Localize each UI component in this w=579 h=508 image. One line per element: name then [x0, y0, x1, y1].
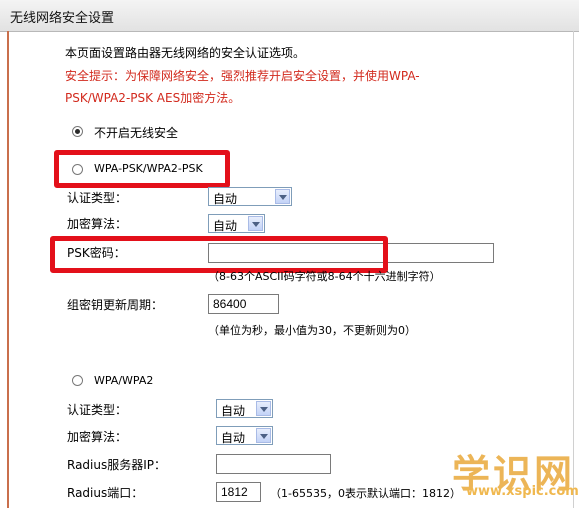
radio-no-security-label: 不开启无线安全	[94, 126, 179, 140]
psk-encryption-select[interactable]: 自动	[208, 214, 265, 233]
frame-border-right	[573, 31, 574, 508]
frame-border-left	[7, 31, 9, 508]
chevron-down-icon	[275, 189, 290, 204]
rekey-period-label: 组密钥更新周期：	[67, 298, 164, 312]
psk-auth-label: 认证类型：	[67, 191, 128, 205]
radius-port-hint: （1-65535，0表示默认端口：1812）	[270, 487, 461, 500]
psk-password-hint: （8-63个ASCII码字符或8-64个十六进制字符）	[208, 270, 441, 283]
radius-ip-label: Radius服务器IP：	[67, 458, 167, 472]
radio-wpa-label: WPA/WPA2	[94, 374, 154, 387]
psk-auth-type-value: 自动	[213, 192, 238, 206]
rekey-period-input[interactable]	[208, 294, 279, 314]
radius-port-label: Radius端口：	[67, 486, 144, 500]
wpa-encryption-value: 自动	[221, 431, 246, 445]
radius-ip-input[interactable]	[216, 454, 331, 474]
chevron-down-icon	[256, 401, 271, 416]
chevron-down-icon	[256, 428, 271, 443]
chevron-down-icon	[248, 216, 263, 231]
radio-wpa[interactable]	[72, 375, 83, 386]
rekey-period-hint: （单位为秒，最小值为30，不更新则为0）	[208, 324, 416, 337]
intro-text: 本页面设置路由器无线网络的安全认证选项。	[65, 46, 306, 60]
psk-encryption-value: 自动	[213, 219, 238, 233]
highlight-wpa-psk	[54, 150, 230, 188]
wpa-auth-type-value: 自动	[221, 404, 246, 418]
wpa-auth-label: 认证类型：	[67, 403, 128, 417]
psk-enc-label: 加密算法：	[67, 217, 128, 231]
security-tip-line2: PSK/WPA2-PSK AES加密方法。	[65, 91, 241, 105]
wpa-auth-type-select[interactable]: 自动	[216, 399, 273, 418]
watermark-url: www.xspic.com	[466, 484, 579, 499]
window-titlebar: 无线网络安全设置	[0, 0, 579, 32]
window-title: 无线网络安全设置	[10, 11, 115, 26]
security-tip-line1: 安全提示：为保障网络安全，强烈推荐开启安全设置，并使用WPA-	[65, 69, 420, 83]
radius-port-input[interactable]	[216, 482, 261, 502]
wpa-encryption-select[interactable]: 自动	[216, 426, 273, 445]
radio-no-security[interactable]	[72, 126, 83, 137]
wpa-enc-label: 加密算法：	[67, 430, 128, 444]
psk-auth-type-select[interactable]: 自动	[208, 187, 292, 206]
